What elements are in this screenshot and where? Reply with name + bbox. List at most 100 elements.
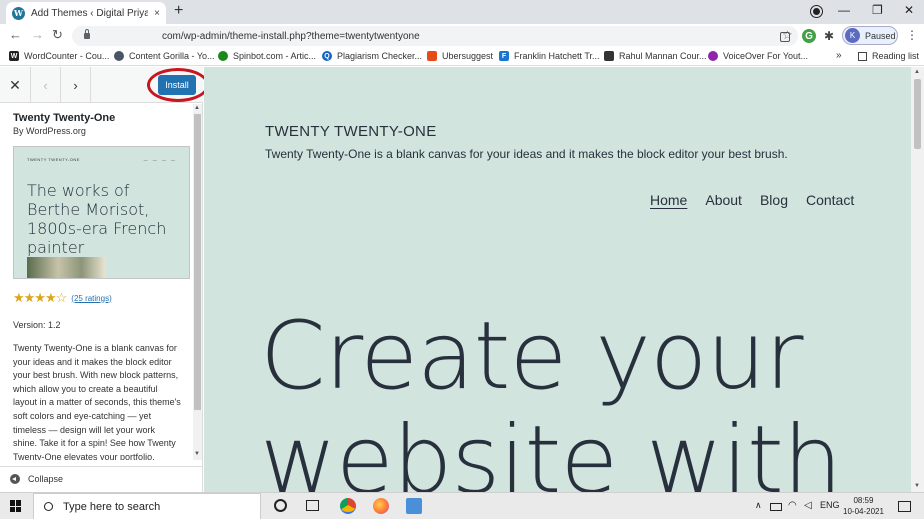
url-text: com/wp-admin/theme-install.php?theme=twe… <box>162 30 420 42</box>
site-navigation: Home About Blog Contact <box>650 192 872 208</box>
scroll-up-icon[interactable]: ▲ <box>914 69 920 75</box>
bookmark-item[interactable]: VoiceOver For Yout... <box>708 51 808 61</box>
browser-tab[interactable]: W Add Themes ‹ Digital Priyansh — × <box>6 2 166 24</box>
restore-button[interactable]: ❐ <box>872 3 883 17</box>
bookmark-favicon-icon <box>604 51 614 61</box>
theme-preview: TWENTY TWENTY-ONE Twenty Twenty-One is a… <box>204 67 911 492</box>
nav-blog[interactable]: Blog <box>760 192 788 208</box>
profile-button[interactable]: K Paused <box>842 26 898 45</box>
wordpress-icon: W <box>12 6 25 20</box>
scroll-down-icon[interactable]: ▼ <box>194 451 200 457</box>
search-placeholder: Type here to search <box>63 500 161 513</box>
reading-list-button[interactable]: Reading list <box>858 51 919 61</box>
preview-scrollbar[interactable]: ▲ ▼ <box>911 67 924 492</box>
previous-theme-button[interactable]: ‹ <box>31 67 61 103</box>
task-view-icon[interactable] <box>306 500 319 511</box>
bookmark-favicon-icon: F <box>499 51 509 61</box>
new-tab-button[interactable]: + <box>174 3 183 19</box>
lock-icon <box>84 29 90 39</box>
screenshot-mini-title: TWENTY TWENTY-ONE <box>27 157 80 162</box>
back-button[interactable]: ← <box>9 27 22 43</box>
bookmark-item[interactable]: W WordCounter - Cou... <box>9 51 109 61</box>
window-close-button[interactable]: ✕ <box>904 3 914 17</box>
search-icon <box>44 502 53 511</box>
theme-author: By WordPress.org <box>13 126 86 136</box>
bookmark-label: Ubersuggest <box>442 51 494 61</box>
bookmark-label: Content Gorilla - Yo... <box>129 51 215 61</box>
firefox-taskbar-icon[interactable] <box>373 498 389 514</box>
windows-start-icon[interactable] <box>10 500 22 512</box>
reading-list-icon <box>858 51 867 61</box>
close-preview-button[interactable]: ✕ <box>0 67 31 103</box>
taskbar-clock[interactable]: 08:59 10-04-2021 <box>843 495 884 517</box>
screenshot-mini-nav: — — — — <box>143 157 177 162</box>
nav-contact[interactable]: Contact <box>806 192 854 208</box>
bookmark-item[interactable]: Spinbot.com - Artic... <box>218 51 316 61</box>
nav-about[interactable]: About <box>705 192 742 208</box>
tray-overflow-icon[interactable]: ∧ <box>755 500 762 511</box>
forward-button[interactable]: → <box>31 27 44 43</box>
bookmarks-more-icon[interactable]: » <box>836 50 842 61</box>
battery-icon[interactable] <box>770 503 782 511</box>
profile-status: Paused <box>865 30 896 41</box>
bookmark-label: Spinbot.com - Artic... <box>233 51 317 61</box>
address-bar[interactable]: com/wp-admin/theme-install.php?theme=twe… <box>72 26 798 46</box>
bookmark-favicon-icon: Q <box>322 51 332 61</box>
app-taskbar-icon[interactable] <box>406 498 422 514</box>
screenshot-headline: The works of Berthe Morisot, 1800s-era F… <box>27 181 167 257</box>
theme-description: Twenty Twenty-One is a blank canvas for … <box>13 343 181 460</box>
bookmark-favicon-icon <box>427 51 437 61</box>
browser-menu-icon[interactable]: ⋮ <box>906 28 918 42</box>
bookmark-item[interactable]: Q Plagiarism Checker... <box>322 51 422 61</box>
sidebar-header: ✕ ‹ › Install <box>0 67 209 103</box>
puzzle-extensions-icon[interactable]: ✱ <box>822 29 836 43</box>
bookmark-item[interactable]: Rahul Mannan Cour... <box>604 51 707 61</box>
reload-button[interactable]: ↻ <box>52 27 63 43</box>
collapse-icon <box>10 473 20 484</box>
cortana-icon[interactable] <box>274 499 287 512</box>
bookmarks-bar: W WordCounter - Cou... Content Gorilla -… <box>0 48 924 66</box>
scroll-down-icon[interactable]: ▼ <box>914 483 920 489</box>
wifi-icon[interactable]: ◠ <box>788 500 797 511</box>
tab-close-icon[interactable]: × <box>154 8 160 19</box>
theme-screenshot: TWENTY TWENTY-ONE — — — — The works of B… <box>13 146 190 279</box>
bookmark-label: VoiceOver For Yout... <box>723 51 809 61</box>
next-theme-button[interactable]: › <box>61 67 91 103</box>
sidebar-scrollbar[interactable]: ▲ ▼ <box>193 104 202 460</box>
clock-date: 10-04-2021 <box>843 507 884 516</box>
rating-count-link[interactable]: (25 ratings) <box>71 294 111 303</box>
notification-icon[interactable] <box>898 501 911 512</box>
avatar: K <box>845 28 860 43</box>
scroll-up-icon[interactable]: ▲ <box>194 105 200 111</box>
theme-version: Version: 1.2 <box>13 320 61 330</box>
highlight-circle <box>147 68 209 102</box>
taskbar-search-box[interactable]: Type here to search <box>33 493 261 519</box>
bookmark-item[interactable]: F Franklin Hatchett Tr... <box>499 51 600 61</box>
scrollbar-thumb[interactable] <box>194 114 201 410</box>
bookmark-item[interactable]: Ubersuggest <box>427 51 493 61</box>
bookmark-favicon-icon: W <box>9 51 19 61</box>
bookmark-item[interactable]: Content Gorilla - Yo... <box>114 51 215 61</box>
chrome-taskbar-icon[interactable] <box>340 498 356 514</box>
bookmark-favicon-icon <box>708 51 718 61</box>
browser-toolbar: ← → ↻ com/wp-admin/theme-install.php?the… <box>0 24 924 48</box>
nav-home[interactable]: Home <box>650 192 687 208</box>
language-indicator[interactable]: ENG <box>820 500 840 510</box>
extension-icon[interactable] <box>780 32 790 42</box>
volume-icon[interactable]: ◁ <box>804 500 812 511</box>
theme-rating: ★★★★☆ (25 ratings) <box>13 290 112 306</box>
bookmark-label: WordCounter - Cou... <box>24 51 110 61</box>
scrollbar-thumb[interactable] <box>914 79 921 149</box>
collapse-button[interactable]: Collapse <box>0 466 203 490</box>
bookmark-label: Rahul Mannan Cour... <box>619 51 707 61</box>
record-icon[interactable] <box>811 6 822 17</box>
site-description: Twenty Twenty-One is a blank canvas for … <box>265 147 788 161</box>
windows-taskbar: Type here to search ∧ ◠ ◁ ENG 08:59 10-0… <box>0 492 924 519</box>
star-rating-icon: ★★★★☆ <box>13 290 67 305</box>
grammarly-icon[interactable]: G <box>802 29 816 43</box>
bookmark-favicon-icon <box>114 51 124 61</box>
collapse-label: Collapse <box>28 473 64 484</box>
minimize-button[interactable]: — <box>838 3 850 17</box>
hero-heading: Create your website with <box>260 302 842 493</box>
site-title[interactable]: TWENTY TWENTY-ONE <box>265 123 437 140</box>
